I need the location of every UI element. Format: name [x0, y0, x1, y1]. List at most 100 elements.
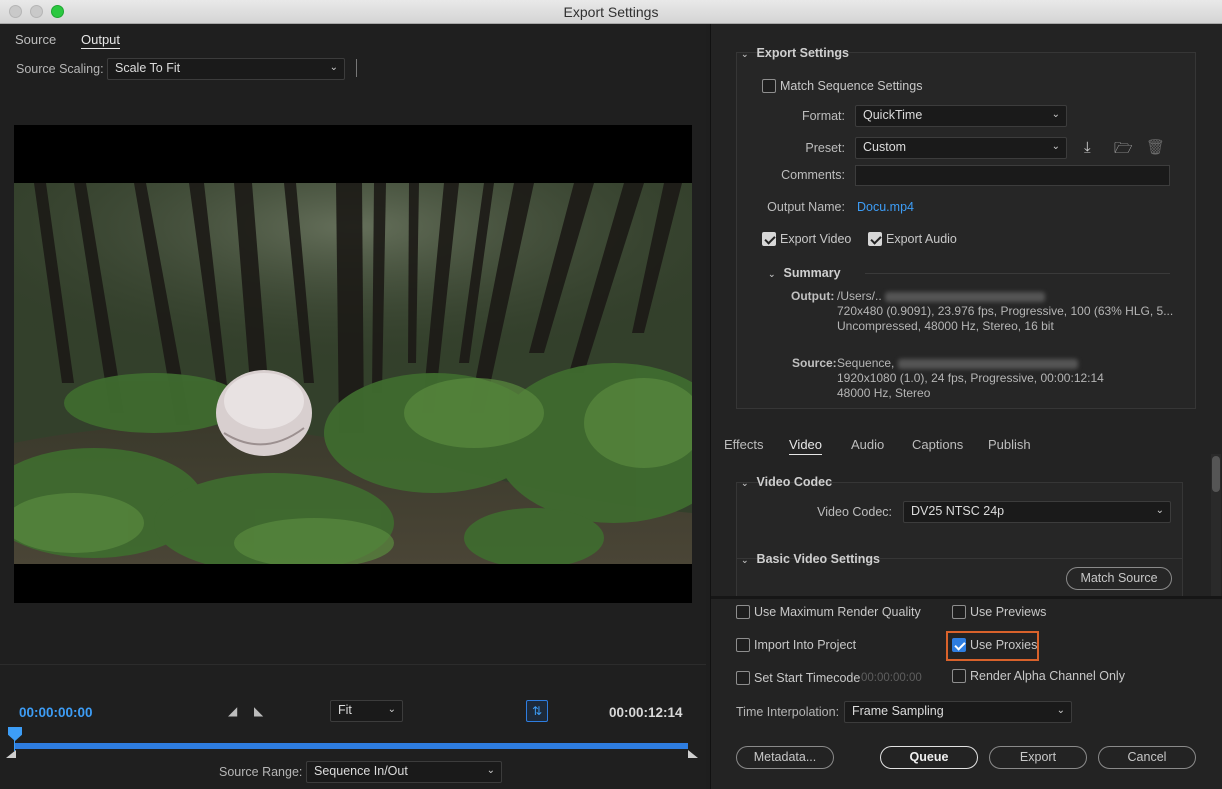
tab-audio[interactable]: Audio: [851, 437, 884, 452]
summary-source-line3: 48000 Hz, Stereo: [837, 386, 931, 400]
summary-heading[interactable]: ⌄ Summary: [768, 266, 841, 280]
use-previews-checkbox[interactable]: Use Previews: [952, 605, 1046, 619]
tab-captions[interactable]: Captions: [912, 437, 963, 452]
source-range-dropdown[interactable]: Sequence In/Out ⌄: [306, 761, 502, 783]
format-value: QuickTime: [863, 108, 923, 122]
video-codec-heading[interactable]: ⌄ Video Codec: [741, 475, 832, 489]
source-range-value: Sequence In/Out: [314, 764, 408, 778]
text-cursor: [356, 59, 357, 77]
chevron-down-icon: ⌄: [1056, 705, 1065, 716]
save-preset-icon[interactable]: ⤓: [1084, 139, 1091, 156]
render-alpha-checkbox[interactable]: Render Alpha Channel Only: [952, 669, 1125, 683]
summary-output-line3: Uncompressed, 48000 Hz, Stereo, 16 bit: [837, 319, 1054, 333]
forest-scene-image: [14, 183, 692, 564]
title-bar: Export Settings: [0, 0, 1222, 24]
checkbox-box: [952, 605, 966, 619]
chevron-down-icon: ⌄: [1155, 505, 1164, 516]
summary-source-line2: 1920x1080 (1.0), 24 fps, Progressive, 00…: [837, 371, 1104, 385]
time-interpolation-dropdown[interactable]: Frame Sampling ⌄: [844, 701, 1072, 723]
summary-output-line1: /Users/..: [837, 289, 1046, 303]
source-scaling-value: Scale To Fit: [115, 61, 181, 75]
export-video-checkbox[interactable]: Export Video: [762, 232, 851, 246]
tab-source[interactable]: Source: [15, 32, 56, 47]
divider: [865, 273, 1170, 274]
checkbox-box: [736, 605, 750, 619]
collapse-chevron-icon: ⌄: [741, 555, 749, 565]
use-proxies-checkbox[interactable]: Use Proxies: [952, 638, 1037, 652]
checkbox-box: [952, 638, 966, 652]
zoom-value: Fit: [338, 703, 352, 717]
redacted-path: [885, 291, 1046, 302]
video-codec-label: Video Codec:: [817, 505, 892, 519]
summary-output-line2: 720x480 (0.9091), 23.976 fps, Progressiv…: [837, 304, 1174, 318]
output-name-label: Output Name:: [767, 200, 845, 214]
divider: [711, 596, 1222, 599]
checkbox-box: [736, 671, 750, 685]
tab-video[interactable]: Video: [789, 437, 823, 455]
import-into-project-checkbox[interactable]: Import Into Project: [736, 638, 856, 652]
timeline-controls: 00:00:00:00 ◢ ◣ Fit ⌄ ⇅ 00:00:12:14 Sour…: [0, 664, 706, 789]
basic-video-heading[interactable]: ⌄ Basic Video Settings: [741, 552, 880, 566]
chevron-down-icon: ⌄: [329, 62, 338, 73]
redacted-sequence-name: [897, 358, 1078, 369]
delete-preset-icon[interactable]: 🗑: [1146, 138, 1165, 156]
window-title: Export Settings: [563, 4, 659, 20]
preset-dropdown[interactable]: Custom ⌄: [855, 137, 1067, 159]
video-preview: [14, 125, 692, 603]
match-sequence-checkbox[interactable]: Match Sequence Settings: [762, 79, 922, 93]
current-timecode[interactable]: 00:00:00:00: [19, 705, 93, 720]
chevron-down-icon: ⌄: [1051, 109, 1060, 120]
tab-output[interactable]: Output: [81, 32, 121, 49]
checkbox-box: [952, 669, 966, 683]
tab-effects[interactable]: Effects: [724, 437, 764, 452]
out-point-marker[interactable]: [688, 750, 698, 758]
video-codec-dropdown[interactable]: DV25 NTSC 24p ⌄: [903, 501, 1171, 523]
match-source-button[interactable]: Match Source: [1066, 567, 1172, 590]
preset-value: Custom: [863, 140, 907, 154]
preview-frame-image: [14, 183, 692, 564]
set-out-point-icon[interactable]: ◣: [254, 704, 263, 718]
set-start-timecode-checkbox[interactable]: Set Start Timecode: [736, 671, 860, 685]
chevron-down-icon: ⌄: [387, 704, 396, 715]
output-name-link[interactable]: Docu.mp4: [857, 200, 914, 214]
zoom-dropdown[interactable]: Fit ⌄: [330, 700, 403, 722]
checkbox-box: [736, 638, 750, 652]
time-interpolation-value: Frame Sampling: [852, 704, 944, 718]
source-scaling-label: Source Scaling:: [16, 62, 104, 76]
preset-label: Preset:: [805, 141, 845, 155]
format-label: Format:: [801, 109, 845, 123]
chevron-down-icon: ⌄: [486, 765, 495, 776]
in-point-marker[interactable]: [6, 750, 16, 758]
format-dropdown[interactable]: QuickTime ⌄: [855, 105, 1067, 127]
aspect-correction-button[interactable]: ⇅: [526, 700, 548, 722]
playhead-handle[interactable]: [8, 727, 22, 741]
queue-button[interactable]: Queue: [880, 746, 978, 769]
start-timecode-field[interactable]: 00:00:00:00: [861, 672, 922, 684]
collapse-chevron-icon: ⌄: [768, 269, 776, 279]
scrollbar-thumb[interactable]: [1212, 456, 1220, 492]
max-render-quality-checkbox[interactable]: Use Maximum Render Quality: [736, 605, 921, 619]
comments-label: Comments:: [781, 168, 845, 182]
export-button[interactable]: Export: [989, 746, 1087, 769]
scrollbar-track[interactable]: [1211, 454, 1221, 596]
summary-output-label: Output:: [791, 289, 835, 303]
import-preset-icon[interactable]: 🗁: [1114, 138, 1133, 163]
chevron-down-icon: ⌄: [1051, 141, 1060, 152]
comments-input[interactable]: [855, 165, 1170, 186]
video-codec-value: DV25 NTSC 24p: [911, 504, 1005, 518]
export-settings-heading[interactable]: ⌄ Export Settings: [741, 46, 849, 60]
collapse-chevron-icon: ⌄: [741, 49, 749, 59]
set-in-point-icon[interactable]: ◢: [228, 704, 237, 718]
timeline-range-bar[interactable]: [14, 743, 688, 749]
metadata-button[interactable]: Metadata...: [736, 746, 834, 769]
summary-source-line1: Sequence,: [837, 356, 1078, 370]
checkbox-box: [762, 232, 776, 246]
tab-publish[interactable]: Publish: [988, 437, 1031, 452]
summary-source-label: Source:: [792, 356, 837, 370]
checkbox-box: [868, 232, 882, 246]
export-audio-checkbox[interactable]: Export Audio: [868, 232, 957, 246]
cancel-button[interactable]: Cancel: [1098, 746, 1196, 769]
source-scaling-dropdown[interactable]: Scale To Fit ⌄: [107, 58, 345, 80]
settings-panel: ⌄ Export Settings Match Sequence Settings…: [710, 24, 1222, 789]
time-interpolation-label: Time Interpolation:: [736, 705, 840, 719]
